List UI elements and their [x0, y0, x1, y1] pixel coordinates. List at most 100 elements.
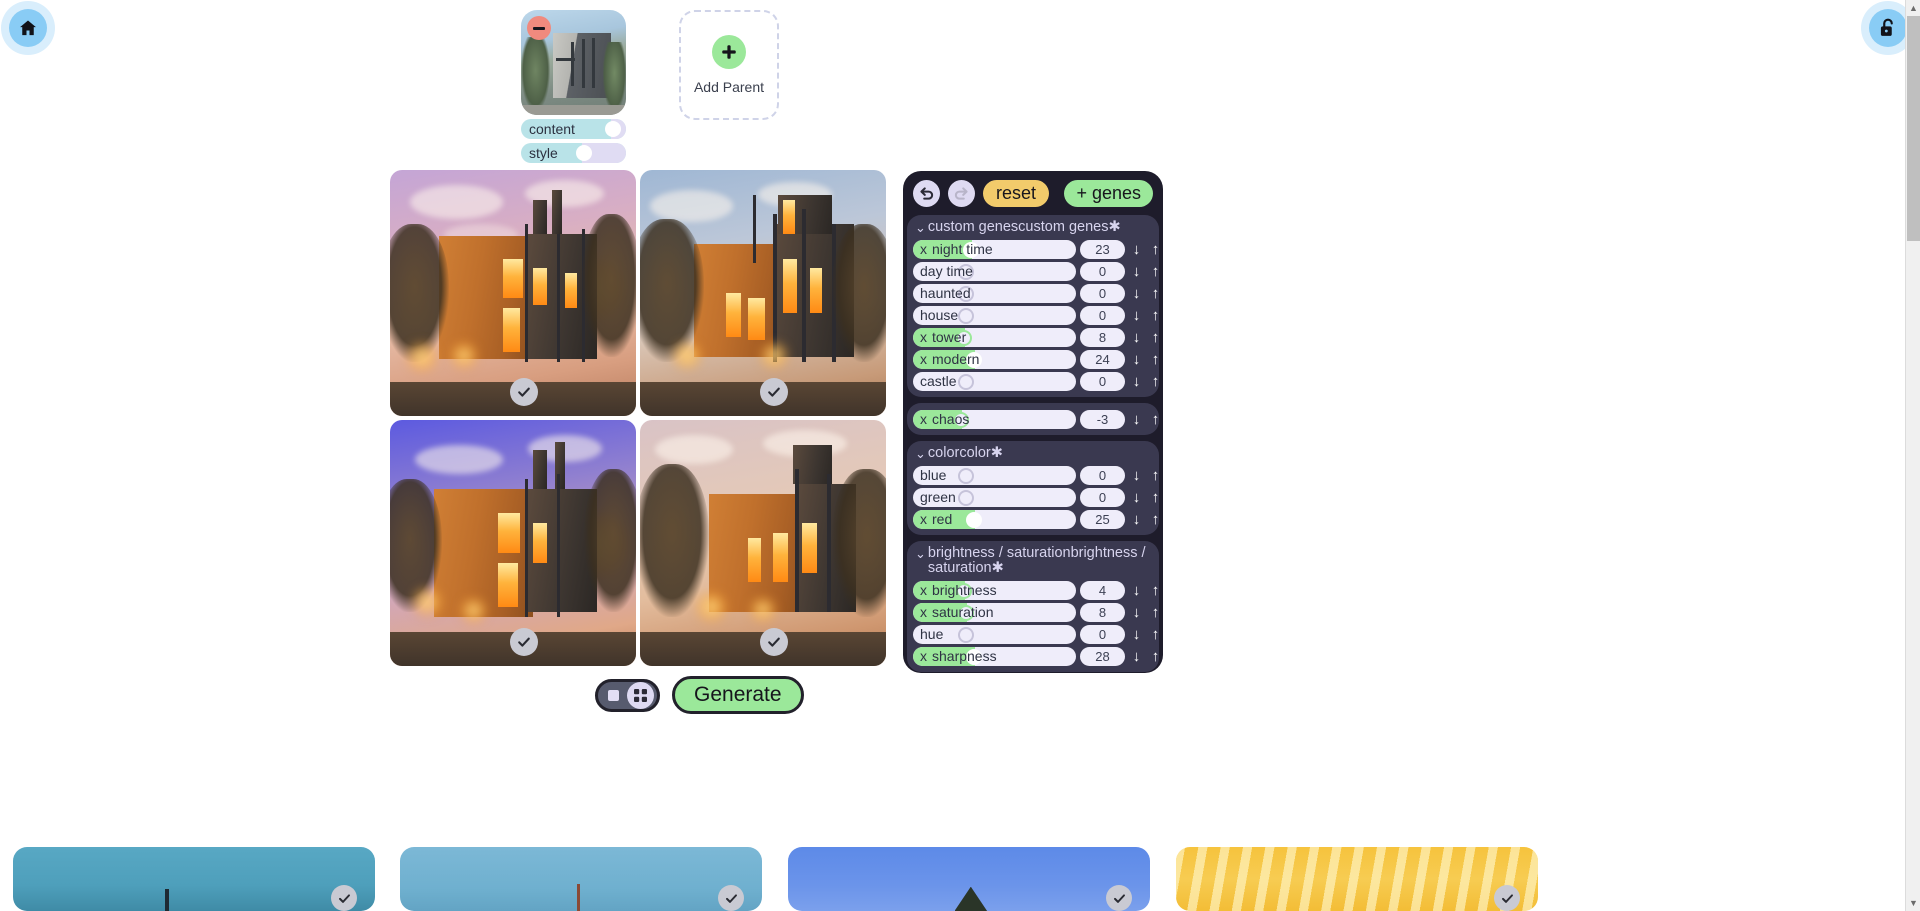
add-parent-button[interactable]: Add Parent [679, 10, 779, 120]
gene-group-header[interactable]: ⌄ brightness / saturationbrightness / sat… [913, 545, 1153, 578]
gene-slider[interactable]: x brightness [913, 581, 1076, 600]
parent-thumbnail[interactable] [521, 10, 626, 115]
gene-group-header[interactable]: ⌄ colorcolor✱ [913, 445, 1153, 463]
gene-value[interactable]: 0 [1080, 262, 1125, 281]
variant-cell-2[interactable] [640, 170, 886, 416]
chevron-down-icon[interactable]: ⌄ [915, 546, 926, 561]
gene-value[interactable]: 0 [1080, 625, 1125, 644]
history-check-3[interactable] [1106, 885, 1132, 911]
gene-value[interactable]: -3 [1080, 410, 1125, 429]
gene-slider[interactable]: day time [913, 262, 1076, 281]
variant-select-check-4[interactable] [760, 628, 788, 656]
gene-slider[interactable]: haunted [913, 284, 1076, 303]
parent-slider-content[interactable]: content [521, 119, 626, 139]
home-button[interactable] [1, 1, 55, 55]
gene-remove-button[interactable]: x [920, 241, 927, 257]
grid-view-icon[interactable] [627, 681, 654, 709]
gene-slider[interactable]: x sharpness [913, 647, 1076, 666]
gene-decrease-arrow-icon[interactable]: ↓ [1129, 510, 1144, 529]
parent-slider-style[interactable]: style [521, 143, 626, 163]
scrollbar-thumb[interactable] [1907, 16, 1920, 241]
variant-cell-4[interactable] [640, 420, 886, 666]
gene-slider[interactable]: x saturation [913, 603, 1076, 622]
undo-button[interactable] [913, 179, 940, 207]
gene-decrease-arrow-icon[interactable]: ↓ [1129, 647, 1144, 666]
variant-cell-3[interactable] [390, 420, 636, 666]
gene-decrease-arrow-icon[interactable]: ↓ [1129, 284, 1144, 303]
gene-increase-arrow-icon[interactable]: ↑ [1148, 647, 1163, 666]
gene-slider-thumb[interactable] [957, 373, 974, 390]
gene-slider[interactable]: x modern [913, 350, 1076, 369]
gene-value[interactable]: 8 [1080, 328, 1125, 347]
variant-cell-1[interactable] [390, 170, 636, 416]
gene-value[interactable]: 0 [1080, 284, 1125, 303]
variant-select-check-1[interactable] [510, 378, 538, 406]
gene-value[interactable]: 0 [1080, 488, 1125, 507]
gene-decrease-arrow-icon[interactable]: ↓ [1129, 625, 1144, 644]
gene-decrease-arrow-icon[interactable]: ↓ [1129, 410, 1144, 429]
gene-increase-arrow-icon[interactable]: ↑ [1148, 240, 1163, 259]
slider-thumb[interactable] [605, 121, 621, 137]
gene-decrease-arrow-icon[interactable]: ↓ [1129, 603, 1144, 622]
gene-decrease-arrow-icon[interactable]: ↓ [1129, 466, 1144, 485]
gene-increase-arrow-icon[interactable]: ↑ [1148, 603, 1163, 622]
gene-slider[interactable]: x tower [913, 328, 1076, 347]
gene-increase-arrow-icon[interactable]: ↑ [1148, 410, 1163, 429]
variant-select-check-2[interactable] [760, 378, 788, 406]
history-check-1[interactable] [331, 885, 357, 911]
gene-remove-button[interactable]: x [920, 511, 927, 527]
gene-slider[interactable]: x night time [913, 240, 1076, 259]
chevron-down-icon[interactable]: ⌄ [915, 446, 926, 461]
redo-button[interactable] [948, 179, 975, 207]
gene-group-header[interactable]: ⌄ custom genescustom genes✱ [913, 219, 1153, 237]
gene-increase-arrow-icon[interactable]: ↑ [1148, 581, 1163, 600]
history-card-3[interactable] [788, 847, 1150, 911]
add-genes-button[interactable]: + genes [1064, 179, 1153, 207]
gene-remove-button[interactable]: x [920, 411, 927, 427]
remove-parent-button[interactable] [527, 16, 551, 40]
gene-slider[interactable]: hue [913, 625, 1076, 644]
genes-list[interactable]: ⌄ custom genescustom genes✱ x night time 23 ↓… [903, 215, 1163, 673]
history-check-4[interactable] [1494, 885, 1520, 911]
generate-button[interactable]: Generate [672, 676, 804, 714]
gene-increase-arrow-icon[interactable]: ↑ [1148, 262, 1163, 281]
gene-increase-arrow-icon[interactable]: ↑ [1148, 510, 1163, 529]
gene-slider-thumb[interactable] [957, 467, 974, 484]
scroll-down-arrow[interactable]: ▼ [1906, 895, 1920, 911]
history-card-2[interactable] [400, 847, 762, 911]
page-scrollbar[interactable]: ▲ ▼ [1905, 0, 1920, 911]
gene-slider[interactable]: blue [913, 466, 1076, 485]
gene-slider-thumb[interactable] [957, 489, 974, 506]
gene-remove-button[interactable]: x [920, 604, 927, 620]
view-mode-toggle[interactable] [595, 678, 660, 712]
gene-decrease-arrow-icon[interactable]: ↓ [1129, 306, 1144, 325]
scroll-up-arrow[interactable]: ▲ [1906, 0, 1920, 16]
gene-decrease-arrow-icon[interactable]: ↓ [1129, 262, 1144, 281]
gene-value[interactable]: 23 [1080, 240, 1125, 259]
variant-select-check-3[interactable] [510, 628, 538, 656]
slider-thumb[interactable] [575, 145, 592, 161]
gene-decrease-arrow-icon[interactable]: ↓ [1129, 488, 1144, 507]
gene-increase-arrow-icon[interactable]: ↑ [1148, 350, 1163, 369]
gene-remove-button[interactable]: x [920, 329, 927, 345]
gene-decrease-arrow-icon[interactable]: ↓ [1129, 240, 1144, 259]
gene-increase-arrow-icon[interactable]: ↑ [1148, 466, 1163, 485]
gene-increase-arrow-icon[interactable]: ↑ [1148, 284, 1163, 303]
history-check-2[interactable] [718, 885, 744, 911]
gene-slider-thumb[interactable] [957, 626, 974, 643]
gene-remove-button[interactable]: x [920, 351, 927, 367]
gene-slider[interactable]: castle [913, 372, 1076, 391]
chevron-down-icon[interactable]: ⌄ [915, 220, 926, 235]
gene-increase-arrow-icon[interactable]: ↑ [1148, 488, 1163, 507]
gene-decrease-arrow-icon[interactable]: ↓ [1129, 372, 1144, 391]
reset-button[interactable]: reset [983, 179, 1050, 207]
gene-remove-button[interactable]: x [920, 648, 927, 664]
gene-increase-arrow-icon[interactable]: ↑ [1148, 306, 1163, 325]
single-view-icon[interactable] [600, 682, 627, 709]
gene-value[interactable]: 0 [1080, 372, 1125, 391]
gene-increase-arrow-icon[interactable]: ↑ [1148, 625, 1163, 644]
gene-value[interactable]: 28 [1080, 647, 1125, 666]
gene-increase-arrow-icon[interactable]: ↑ [1148, 328, 1163, 347]
gene-slider[interactable]: x chaos [913, 410, 1076, 429]
history-card-1[interactable] [13, 847, 375, 911]
